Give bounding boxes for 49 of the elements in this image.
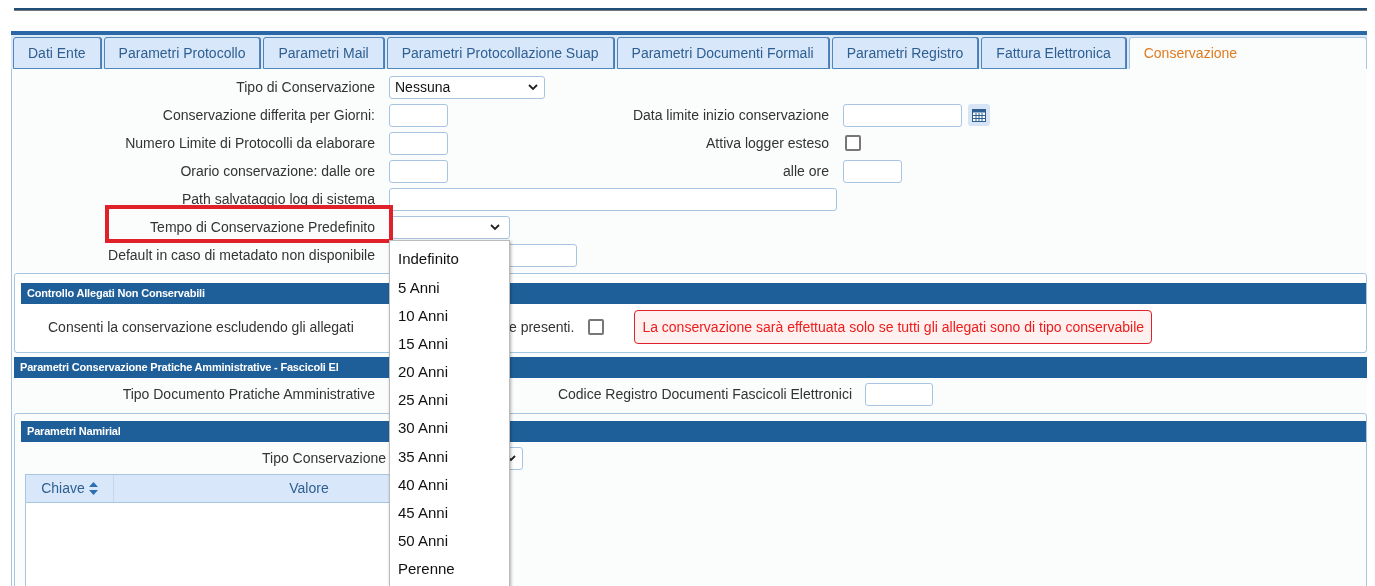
tab[interactable]: Parametri Protocollazione Suap bbox=[386, 37, 614, 69]
dropdown-option[interactable]: 35 Anni bbox=[390, 442, 509, 471]
dropdown-option[interactable]: Perenne bbox=[390, 555, 509, 584]
field-label: Attiva logger esteso bbox=[706, 133, 829, 153]
field-label: Tipo Documento Pratiche Amministrative bbox=[122, 384, 375, 404]
field-label: Data limite inizio conservazione bbox=[632, 105, 829, 125]
field-label: Tempo di Conservazione Predefinito bbox=[150, 217, 375, 237]
field-label: Codice Registro Documenti Fascicoli Elettronici bbox=[557, 384, 852, 404]
dropdown-option[interactable]: 25 Anni bbox=[390, 386, 509, 415]
dropdown-option[interactable]: 50 Anni bbox=[390, 527, 509, 556]
dropdown-option[interactable]: 40 Anni bbox=[390, 471, 509, 500]
text-field[interactable] bbox=[389, 103, 448, 127]
field-label: alle ore bbox=[783, 161, 829, 181]
field-label: Orario conservazione: dalle ore bbox=[180, 161, 375, 181]
text-field[interactable] bbox=[389, 131, 448, 155]
tab[interactable]: Parametri Mail bbox=[263, 37, 384, 69]
dropdown-option[interactable]: 45 Anni bbox=[390, 499, 509, 528]
dropdown-option[interactable]: Indefinito bbox=[390, 245, 509, 274]
tab[interactable]: Parametri Registro bbox=[831, 37, 979, 69]
dropdown-option[interactable]: 20 Anni bbox=[390, 358, 509, 387]
text-field[interactable] bbox=[843, 159, 902, 183]
option-label: Consenti la conservazione escludendo gli allegati bbox=[48, 317, 355, 337]
chevron-down-icon bbox=[489, 223, 501, 231]
tab[interactable]: Parametri Documenti Formali bbox=[616, 37, 829, 69]
notice-message: La conservazione sarà effettuata solo se tutti gli allegati sono di tipo conservabile bbox=[634, 310, 1153, 344]
calendar-icon bbox=[972, 108, 986, 122]
calendar-button[interactable] bbox=[968, 104, 990, 126]
field-label: Conservazione differita per Giorni: bbox=[162, 105, 375, 125]
text-field[interactable] bbox=[389, 159, 448, 183]
dropdown-option[interactable]: 15 Anni bbox=[390, 330, 509, 359]
tab[interactable]: Parametri Protocollo bbox=[103, 37, 261, 69]
tab[interactable]: Fattura Elettronica bbox=[981, 37, 1126, 69]
text-field[interactable] bbox=[389, 187, 837, 211]
field-label: Numero Limite di Protocolli da elaborare bbox=[125, 133, 375, 153]
checkbox[interactable] bbox=[588, 319, 605, 335]
checkbox[interactable] bbox=[845, 135, 861, 151]
field-label: Tipo Conservazione bbox=[262, 448, 386, 468]
field-label: Tipo di Conservazione bbox=[236, 77, 375, 97]
select-field[interactable]: Nessuna bbox=[389, 75, 545, 99]
dropdown-option[interactable]: 5 Anni bbox=[390, 273, 509, 302]
text-field[interactable] bbox=[865, 382, 933, 406]
date-field[interactable] bbox=[843, 103, 962, 127]
dropdown-option[interactable]: 30 Anni bbox=[390, 414, 509, 443]
tab[interactable]: Dati Ente bbox=[13, 37, 101, 69]
field-label: Default in caso di metadato non disponibile bbox=[108, 245, 375, 265]
chevron-down-icon bbox=[527, 83, 539, 91]
column-header[interactable]: Chiave bbox=[26, 475, 114, 502]
option-label: e presenti. bbox=[509, 317, 575, 337]
dropdown-option[interactable]: 10 Anni bbox=[390, 301, 509, 331]
